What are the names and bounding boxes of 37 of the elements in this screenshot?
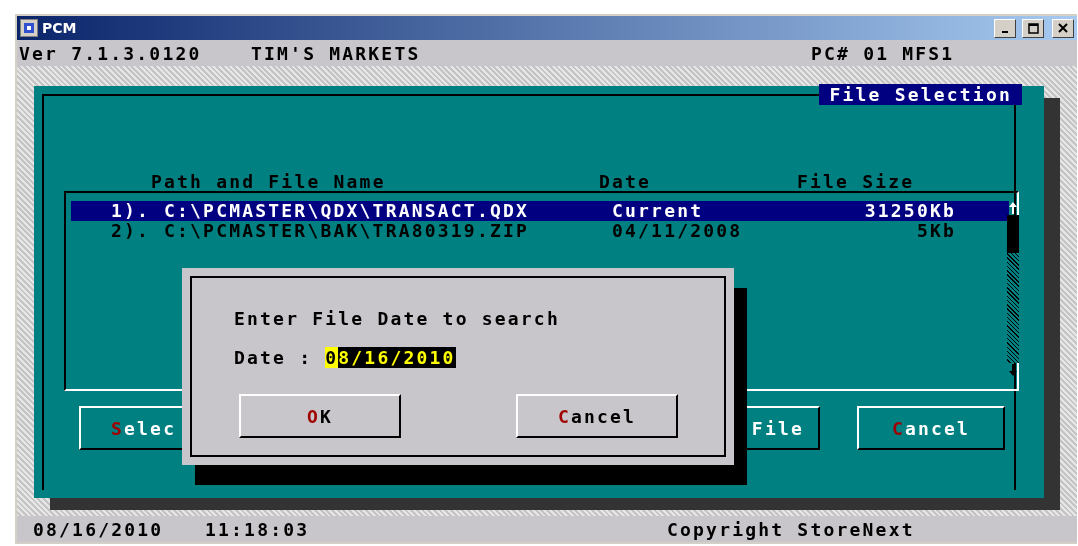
status-time: 11:18:03 xyxy=(205,518,311,540)
close-icon xyxy=(1058,23,1068,33)
down-arrow-icon[interactable] xyxy=(1007,363,1019,377)
app-icon xyxy=(20,19,38,37)
window-title: PCM xyxy=(42,20,78,36)
column-header: Path and File Name xyxy=(151,171,387,192)
copyright-text: Copyright StoreNext xyxy=(667,518,915,540)
date-label: Date : xyxy=(234,347,313,368)
file-row[interactable]: 1). C:\PCMASTER\QDX\TRANSACT.QDX Current 31250Kb xyxy=(71,201,1009,221)
minimize-icon xyxy=(1002,31,1008,33)
file-date: 04/11/2008 xyxy=(612,221,744,241)
column-header: File Size xyxy=(797,171,916,192)
dialog-prompt: Enter File Date to search xyxy=(234,308,561,329)
status-date: 08/16/2010 xyxy=(33,518,165,540)
column-header: Date xyxy=(599,171,653,192)
station-text: PC# 01 MFS1 xyxy=(811,42,955,64)
file-date: Current xyxy=(612,201,705,221)
close-button[interactable] xyxy=(1052,18,1074,38)
version-text: Ver 7.1.3.0120 xyxy=(19,42,203,64)
file-path: C:\PCMASTER\QDX\TRANSACT.QDX xyxy=(164,201,531,221)
panel-button[interactable]: Cancel xyxy=(857,406,1005,450)
dialog-button[interactable]: Cancel xyxy=(516,394,678,438)
store-name: TIM'S MARKETS xyxy=(251,42,422,64)
maximize-button[interactable] xyxy=(1022,18,1044,38)
panel-title: File Selection xyxy=(819,84,1022,105)
maximize-icon xyxy=(1027,22,1039,34)
row-number: 2). xyxy=(111,221,152,241)
file-path: C:\PCMASTER\BAK\TRA80319.ZIP xyxy=(164,221,531,241)
dialog-button[interactable]: OK xyxy=(239,394,401,438)
minimize-button[interactable] xyxy=(994,18,1016,38)
row-number: 1). xyxy=(111,201,152,221)
file-size: 31250Kb xyxy=(863,201,956,221)
scroll-thumb[interactable] xyxy=(1007,215,1019,253)
file-row[interactable]: 2). C:\PCMASTER\BAK\TRA80319.ZIP 04/11/2008 5Kb xyxy=(71,221,1009,241)
file-size: 5Kb xyxy=(915,221,956,241)
up-arrow-icon[interactable] xyxy=(1007,201,1019,215)
scrollbar[interactable] xyxy=(1007,201,1019,377)
